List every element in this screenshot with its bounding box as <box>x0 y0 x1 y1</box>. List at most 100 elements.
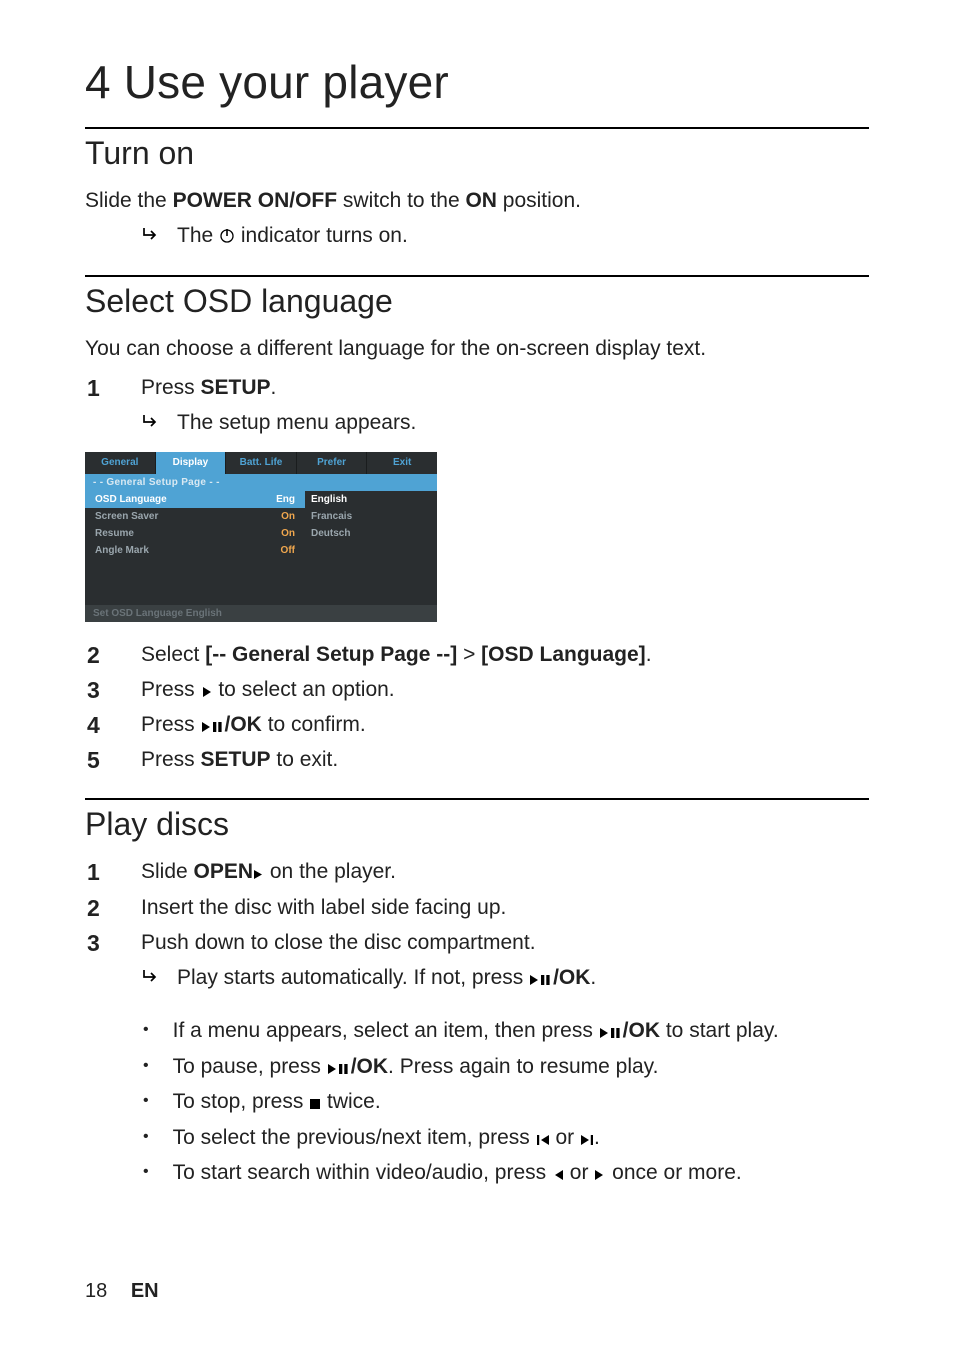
stop-icon <box>309 1089 321 1118</box>
step-content: Press to select an option. <box>141 675 869 706</box>
step-number: 5 <box>87 745 111 776</box>
step-number: 1 <box>87 373 111 404</box>
text: To select the previous/next item, press <box>173 1126 536 1149</box>
play-pause-icon <box>529 965 553 994</box>
bullet-icon: • <box>143 1125 149 1149</box>
result-arrow-icon <box>143 227 159 245</box>
text: . <box>646 643 652 666</box>
text: Press <box>141 376 201 399</box>
setup-button-label: SETUP <box>201 376 271 399</box>
divider <box>85 275 869 277</box>
text: indicator turns on. <box>235 224 408 247</box>
osd-footer: Set OSD Language English <box>85 605 437 622</box>
text: Press <box>141 678 201 701</box>
step-2: 2 Select [-- General Setup Page --] > [O… <box>85 640 869 671</box>
chapter-title: 4 Use your player <box>85 55 869 109</box>
language-code: EN <box>131 1280 159 1302</box>
on-label: ON <box>465 189 497 212</box>
osd-value: Eng <box>276 494 295 505</box>
bullet-content: To start search within video/audio, pres… <box>173 1158 869 1189</box>
step-content: Press SETUP. <box>141 373 869 402</box>
text: Press <box>141 748 201 771</box>
power-indicator-icon <box>219 223 235 252</box>
bullet-content: If a menu appears, select an item, then … <box>173 1016 869 1047</box>
text: Slide <box>141 860 194 883</box>
bullet-pause: • To pause, press /OK. Press again to re… <box>85 1052 869 1083</box>
step-content: Select [-- General Setup Page --] > [OSD… <box>141 640 869 669</box>
result-line: The indicator turns on. <box>85 221 869 252</box>
osd-tab-exit: Exit <box>367 452 437 474</box>
osd-tab-display: Display <box>156 452 227 474</box>
play-pause-icon <box>327 1054 351 1083</box>
osd-row-resume: Resume On <box>95 525 295 542</box>
result-text: Play starts automatically. If not, press… <box>177 963 596 994</box>
text: To stop, press <box>173 1090 310 1113</box>
step-number: 2 <box>87 640 111 671</box>
section-play-discs-title: Play discs <box>85 806 869 843</box>
ok-label: /OK <box>553 966 590 989</box>
step-1: 1 Press SETUP. <box>85 373 869 404</box>
text: . Press again to resume play. <box>388 1055 658 1078</box>
osd-label: OSD Language <box>95 494 167 505</box>
section-turn-on-title: Turn on <box>85 135 869 172</box>
osd-menu-screenshot: General Display Batt. Life Prefer Exit -… <box>85 452 437 622</box>
text: To pause, press <box>173 1055 327 1078</box>
result-line: Play starts automatically. If not, press… <box>85 963 869 994</box>
osd-intro: You can choose a different language for … <box>85 334 869 363</box>
text: to exit. <box>271 748 339 771</box>
text: once or more. <box>606 1161 741 1184</box>
play-step-3: 3 Push down to close the disc compartmen… <box>85 928 869 959</box>
step-content: Press /OK to confirm. <box>141 710 869 741</box>
step-content: Slide OPEN on the player. <box>141 857 869 888</box>
text: The <box>177 224 219 247</box>
step-content: Push down to close the disc compartment. <box>141 928 869 957</box>
bullet-search: • To start search within video/audio, pr… <box>85 1158 869 1189</box>
result-text: The setup menu appears. <box>177 408 416 437</box>
osd-subhead: - - General Setup Page - - <box>85 474 437 491</box>
next-track-icon <box>580 1125 594 1154</box>
result-arrow-icon <box>143 969 159 987</box>
menu-path-osd-language: [OSD Language] <box>481 643 646 666</box>
right-arrow-icon <box>594 1160 606 1189</box>
turn-on-instruction: Slide the POWER ON/OFF switch to the ON … <box>85 186 869 215</box>
bullet-icon: • <box>143 1160 149 1184</box>
bullet-content: To pause, press /OK. Press again to resu… <box>173 1052 869 1083</box>
text: To start search within video/audio, pres… <box>173 1161 552 1184</box>
play-right-icon <box>253 859 264 888</box>
menu-path-general: [-- General Setup Page --] <box>205 643 457 666</box>
text: or <box>550 1126 580 1149</box>
left-arrow-icon <box>552 1160 564 1189</box>
osd-tab-general: General <box>85 452 156 474</box>
page-number: 18 <box>85 1280 107 1302</box>
osd-option-english: English <box>311 491 427 508</box>
text: position. <box>497 189 581 212</box>
text: If a menu appears, select an item, then … <box>173 1019 599 1042</box>
step-content: Insert the disc with label side facing u… <box>141 893 869 922</box>
osd-label: Resume <box>95 528 134 539</box>
open-label: OPEN <box>194 860 254 883</box>
text: to start play. <box>660 1019 779 1042</box>
bullet-content: To stop, press twice. <box>173 1087 869 1118</box>
play-step-1: 1 Slide OPEN on the player. <box>85 857 869 888</box>
text: Play starts automatically. If not, press <box>177 966 529 989</box>
osd-body: OSD Language Eng Screen Saver On Resume … <box>85 491 437 565</box>
osd-option-francais: Francais <box>311 508 427 525</box>
bullet-icon: • <box>143 1054 149 1078</box>
osd-option-deutsch: Deutsch <box>311 525 427 542</box>
step-number: 4 <box>87 710 111 741</box>
bullet-content: To select the previous/next item, press … <box>173 1123 869 1154</box>
divider <box>85 127 869 129</box>
section-osd-title: Select OSD language <box>85 283 869 320</box>
divider <box>85 798 869 800</box>
step-4: 4 Press /OK to confirm. <box>85 710 869 741</box>
text: Slide the <box>85 189 173 212</box>
osd-right-column: English Francais Deutsch <box>305 491 437 565</box>
osd-value: Off <box>281 545 295 556</box>
ok-label: /OK <box>225 713 262 736</box>
osd-label: Angle Mark <box>95 545 149 556</box>
osd-label: Screen Saver <box>95 511 158 522</box>
osd-tab-prefer: Prefer <box>297 452 368 474</box>
setup-button-label: SETUP <box>201 748 271 771</box>
text: switch to the <box>337 189 465 212</box>
bullet-icon: • <box>143 1018 149 1042</box>
